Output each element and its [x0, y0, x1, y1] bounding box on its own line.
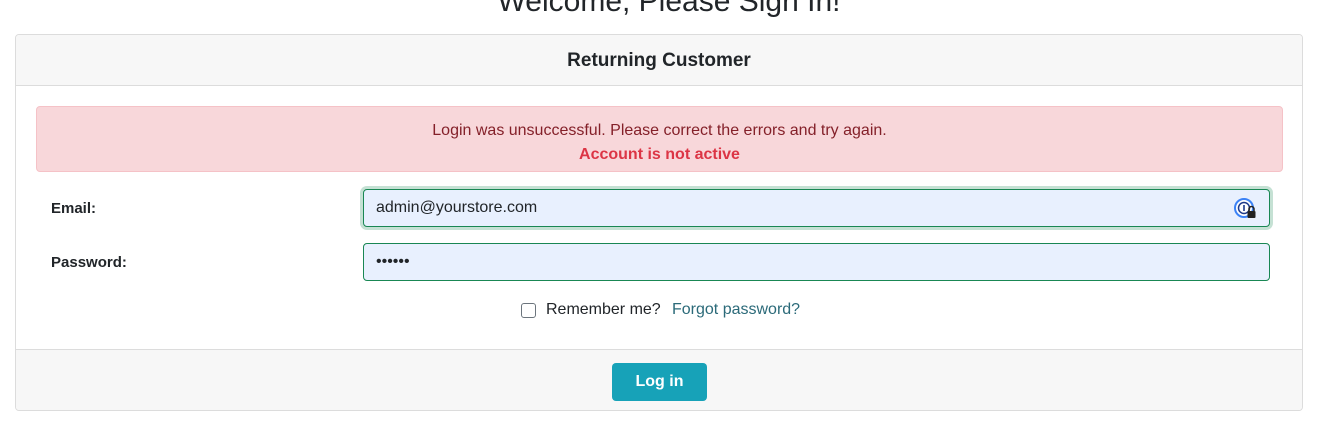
- page-title: Welcome, Please Sign In!: [497, 0, 841, 18]
- password-manager-icon[interactable]: [1233, 197, 1257, 221]
- remember-me-label[interactable]: Remember me?: [546, 301, 661, 319]
- card-footer: Log in: [16, 349, 1302, 410]
- card-header: Returning Customer: [16, 35, 1302, 86]
- forgot-password-link[interactable]: Forgot password?: [672, 300, 800, 320]
- alert-error-detail: Account is not active: [579, 146, 740, 163]
- email-label: Email:: [51, 200, 97, 217]
- password-label: Password:: [51, 254, 127, 271]
- email-field[interactable]: [363, 189, 1270, 227]
- remember-me-checkbox[interactable]: [521, 302, 536, 318]
- alert-message: Login was unsuccessful. Please correct t…: [432, 122, 887, 139]
- login-button[interactable]: Log in: [612, 363, 707, 401]
- remember-me[interactable]: Remember me?: [521, 300, 661, 320]
- login-card: Returning Customer Login was unsuccessfu…: [15, 34, 1303, 411]
- password-field[interactable]: [363, 243, 1270, 281]
- error-alert: Login was unsuccessful. Please correct t…: [36, 106, 1283, 172]
